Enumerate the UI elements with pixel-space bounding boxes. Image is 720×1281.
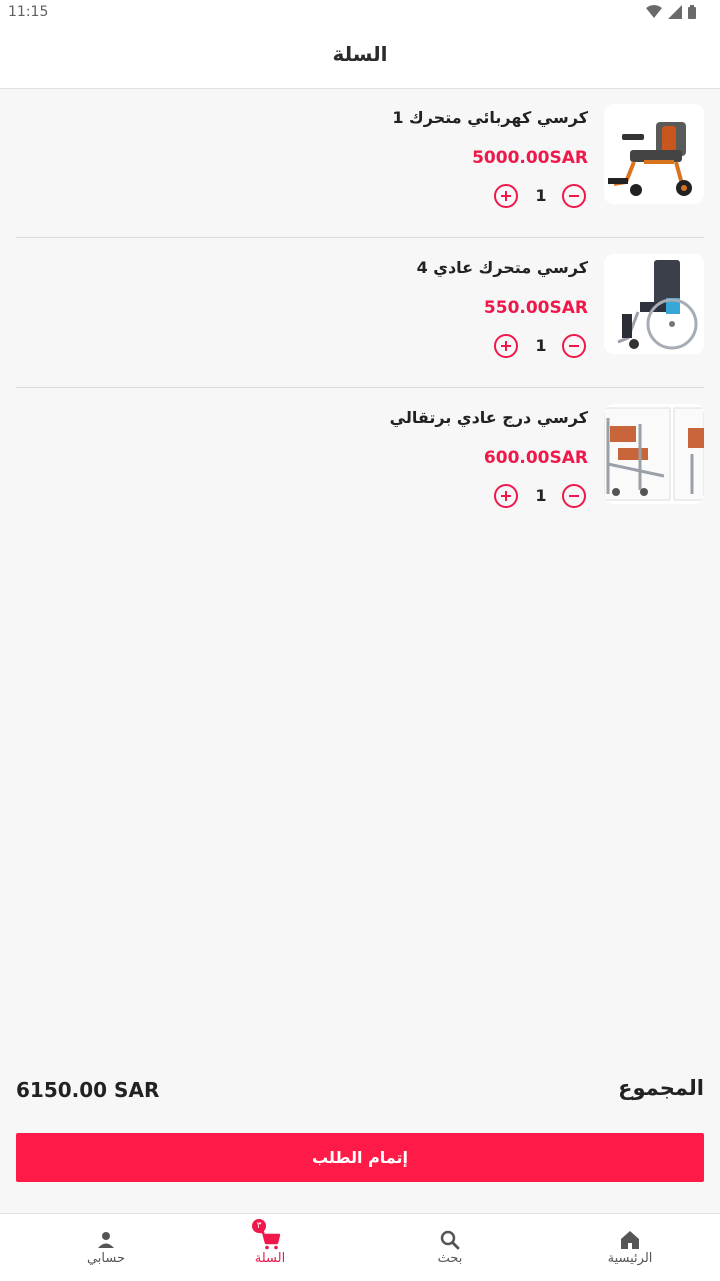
decrease-quantity-button[interactable] <box>562 184 586 208</box>
nav-item-search[interactable]: بحث <box>360 1214 540 1281</box>
app-bar: السلة <box>0 24 720 89</box>
product-price: 5000.00SAR <box>472 148 588 168</box>
cart-item[interactable]: كرسي درج عادي برتقالي 600.00SAR 1 <box>16 388 704 537</box>
decrease-quantity-button[interactable] <box>562 484 586 508</box>
cart-list: كرسي كهربائي متحرك 1 5000.00SAR 1 كرسي م… <box>16 88 704 537</box>
product-name: كرسي كهربائي متحرك 1 <box>392 108 588 127</box>
bottom-nav: الرئيسية بحث ٣ السلة حسابي <box>0 1213 720 1281</box>
minus-icon <box>569 495 579 497</box>
product-image[interactable] <box>604 404 704 504</box>
person-icon <box>98 1232 114 1248</box>
product-name: كرسي درج عادي برتقالي <box>389 408 588 427</box>
battery-icon <box>688 5 696 19</box>
quantity-stepper: 1 <box>494 484 588 512</box>
wifi-icon <box>646 5 662 18</box>
quantity-stepper: 1 <box>494 184 588 212</box>
cart-item[interactable]: كرسي كهربائي متحرك 1 5000.00SAR 1 <box>16 88 704 238</box>
cart-item[interactable]: كرسي متحرك عادي 4 550.00SAR 1 <box>16 238 704 388</box>
product-image[interactable] <box>604 104 704 204</box>
checkout-button[interactable]: إتمام الطلب <box>16 1133 704 1182</box>
minus-icon <box>569 345 579 347</box>
home-icon <box>621 1231 639 1249</box>
product-price: 600.00SAR <box>483 448 588 468</box>
signal-icon <box>668 5 682 19</box>
product-name: كرسي متحرك عادي 4 <box>416 258 588 277</box>
product-price: 550.00SAR <box>483 298 588 318</box>
nav-label: حسابي <box>86 1251 126 1266</box>
nav-item-account[interactable]: حسابي <box>16 1214 196 1281</box>
minus-icon <box>569 195 579 197</box>
product-image[interactable] <box>604 254 704 354</box>
decrease-quantity-button[interactable] <box>562 334 586 358</box>
total-row: 6150.00 SAR المجموع <box>16 1076 704 1106</box>
status-icons <box>646 5 696 19</box>
status-time: 11:15 <box>8 4 49 20</box>
status-bar: 11:15 <box>0 0 720 24</box>
nav-label: الرئيسية <box>607 1251 653 1266</box>
quantity-stepper: 1 <box>494 334 588 362</box>
nav-item-home[interactable]: الرئيسية <box>540 1214 720 1281</box>
search-icon <box>440 1230 460 1250</box>
page-title: السلة <box>332 42 388 66</box>
nav-label: بحث <box>437 1251 463 1266</box>
total-amount: 6150.00 SAR <box>16 1078 160 1102</box>
nav-label: السلة <box>254 1251 286 1266</box>
nav-item-cart[interactable]: ٣ السلة <box>180 1214 360 1281</box>
total-label: المجموع <box>618 1076 704 1100</box>
cart-count-badge: ٣ <box>252 1219 266 1233</box>
